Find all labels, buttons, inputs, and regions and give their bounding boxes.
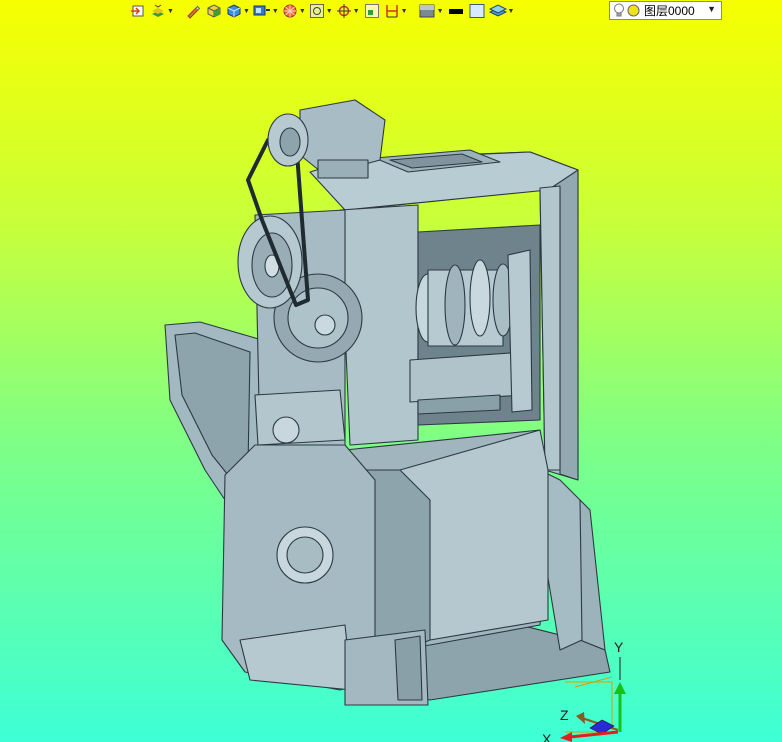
line-color-icon[interactable]: [446, 1, 466, 21]
x-axis-line: [569, 730, 619, 739]
z-axis-arrow-icon: [576, 712, 585, 724]
dropdown-arrow-icon[interactable]: ▼: [401, 8, 408, 15]
layers-stack-icon[interactable]: ▼: [149, 1, 175, 21]
layer-color-icon[interactable]: [627, 4, 640, 17]
dropdown-arrow-icon[interactable]: ▼: [167, 8, 174, 15]
dropdown-arrow-icon[interactable]: ▼: [437, 8, 444, 15]
x-axis-arrow-icon: [560, 732, 572, 742]
axis-triad: Y Z X: [542, 639, 626, 742]
y-axis-arrow-icon: [614, 682, 626, 694]
y-axis-label: Y: [614, 639, 624, 655]
layer-select-value: 图层0000: [644, 4, 695, 18]
dropdown-arrow-icon[interactable]: ▼: [272, 8, 279, 15]
dropdown-arrow-icon[interactable]: ▼: [243, 8, 250, 15]
x-axis-label: X: [542, 731, 552, 742]
pencil-icon[interactable]: [183, 1, 203, 21]
lightbulb-icon[interactable]: [613, 3, 625, 18]
dropdown-arrow-icon[interactable]: ▼: [299, 8, 306, 15]
fill-color-icon[interactable]: [467, 1, 487, 21]
main-toolbar: ▼ ▼ ▼ ▼ ▼ ▼ ▼ ▼ ▼: [128, 0, 515, 22]
cube-view-icon[interactable]: ▼: [225, 1, 251, 21]
snap-target-icon[interactable]: ▼: [335, 1, 361, 21]
z-axis-label: Z: [560, 707, 569, 723]
cube-shaded-icon[interactable]: [204, 1, 224, 21]
chevron-down-icon[interactable]: ▼: [707, 4, 716, 14]
view-orient-icon[interactable]: ▼: [252, 1, 280, 21]
dropdown-arrow-icon[interactable]: ▼: [353, 8, 360, 15]
dropdown-arrow-icon[interactable]: ▼: [326, 8, 333, 15]
layer-select[interactable]: 图层0000 ▼: [609, 1, 722, 20]
material-icon[interactable]: ▼: [417, 1, 445, 21]
frame-select-icon[interactable]: ▼: [308, 1, 334, 21]
sphere-render-icon[interactable]: ▼: [281, 1, 307, 21]
layer-display-icon[interactable]: ▼: [488, 1, 516, 21]
machine-model[interactable]: [0, 0, 782, 742]
3d-viewport[interactable]: ▼ ▼ ▼ ▼ ▼ ▼ ▼ ▼ ▼ 图层0000 ▼ Y Z X: [0, 0, 782, 742]
dimension-icon[interactable]: ▼: [383, 1, 409, 21]
grid-window-icon[interactable]: [362, 1, 382, 21]
import-icon[interactable]: [128, 1, 148, 21]
dropdown-arrow-icon[interactable]: ▼: [508, 8, 515, 15]
